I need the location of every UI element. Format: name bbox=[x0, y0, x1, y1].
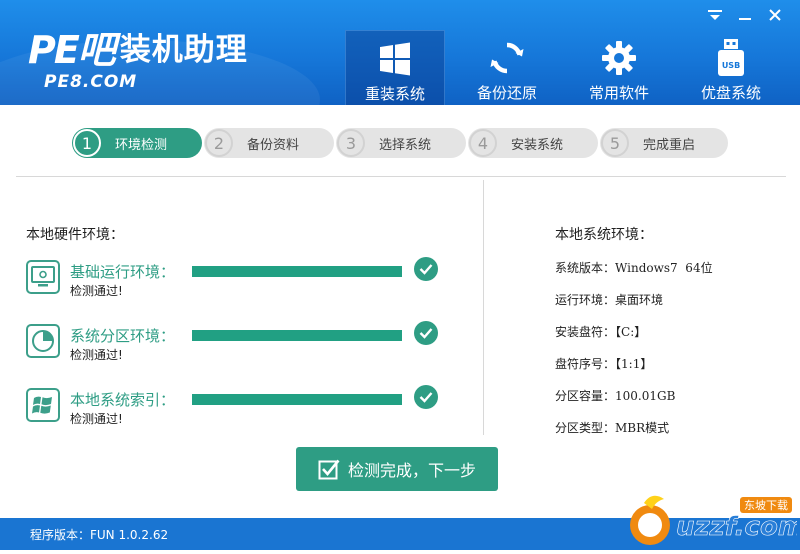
info-label: 系统版本： bbox=[555, 261, 616, 275]
step-number: 1 bbox=[73, 129, 101, 157]
check-item-system-index: 本地系统索引： 检测通过! bbox=[26, 385, 446, 438]
check-label: 本地系统索引： bbox=[70, 391, 176, 409]
nav-label: 重装系统 bbox=[364, 85, 425, 103]
nav-common-software[interactable]: 常用软件 bbox=[569, 30, 669, 105]
minimize-button[interactable] bbox=[730, 4, 760, 26]
next-step-button[interactable]: 检测完成，下一步 bbox=[296, 447, 498, 491]
menu-button[interactable] bbox=[700, 4, 730, 26]
progress-bar bbox=[192, 394, 402, 405]
info-value: Windows7 64位 bbox=[615, 261, 713, 275]
system-section-title: 本地系统环境： bbox=[555, 227, 653, 243]
nav-label: 备份还原 bbox=[476, 84, 537, 102]
system-info-row: 盘符序号：【1:1】 bbox=[555, 355, 652, 372]
watermark-tag: 东坡下载 bbox=[744, 499, 788, 512]
usb-drive-icon: USB bbox=[711, 38, 751, 78]
app-title: 装机助理 bbox=[119, 32, 248, 68]
checkbox-icon bbox=[318, 458, 340, 480]
info-value: 桌面环境 bbox=[615, 293, 664, 307]
installer-window: PE吧 装机助理 PE8.COM 重装系统 备份还原 常用软件 USB 优盘系统… bbox=[0, 0, 800, 550]
menu-icon bbox=[708, 10, 722, 20]
step-number: 5 bbox=[601, 129, 629, 157]
system-info-row: 分区容量：100.01GB bbox=[555, 387, 675, 404]
step-number: 4 bbox=[469, 129, 497, 157]
close-icon bbox=[769, 9, 781, 21]
check-label: 基础运行环境： bbox=[70, 263, 176, 281]
check-passed-icon bbox=[414, 321, 438, 345]
step-label: 备份资料 bbox=[247, 137, 300, 153]
next-button-label: 检测完成，下一步 bbox=[347, 461, 476, 480]
check-item-partition-environment: 系统分区环境： 检测通过! bbox=[26, 321, 446, 374]
usb-text: USB bbox=[722, 61, 740, 70]
check-label: 系统分区环境： bbox=[70, 327, 176, 345]
check-status: 检测通过! bbox=[70, 348, 123, 362]
step-label: 选择系统 bbox=[379, 137, 432, 153]
close-button[interactable] bbox=[760, 4, 790, 26]
progress-bar bbox=[192, 266, 402, 277]
step-progress: 1 环境检测 2 备份资料 3 选择系统 4 安装系统 5 完成重启 bbox=[72, 128, 728, 158]
step-label: 环境检测 bbox=[115, 137, 168, 153]
system-info-row: 分区类型：MBR模式 bbox=[555, 419, 669, 436]
monitor-icon bbox=[26, 260, 60, 294]
check-item-basic-environment: 基础运行环境： 检测通过! bbox=[26, 257, 446, 310]
window-controls bbox=[700, 4, 790, 26]
check-status: 检测通过! bbox=[70, 412, 123, 426]
step-label: 安装系统 bbox=[511, 137, 564, 153]
divider bbox=[16, 176, 786, 177]
system-info-row: 安装盘符：【C:】 bbox=[555, 323, 646, 340]
header: PE吧 装机助理 PE8.COM 重装系统 备份还原 常用软件 USB 优盘系统 bbox=[0, 0, 800, 105]
watermark-logo: uzzf.com 东坡下载 bbox=[622, 485, 800, 550]
windows-flag-icon bbox=[26, 388, 60, 422]
watermark-brand: uzzf.com bbox=[676, 512, 797, 542]
step-environment-check: 1 环境检测 bbox=[72, 128, 202, 158]
windows-icon bbox=[375, 39, 415, 79]
nav-label: 优盘系统 bbox=[700, 84, 761, 102]
step-install-system: 4 安装系统 bbox=[468, 128, 598, 158]
info-label: 分区类型： bbox=[555, 421, 616, 435]
info-label: 安装盘符： bbox=[555, 325, 616, 339]
check-passed-icon bbox=[414, 257, 438, 281]
progress-bar bbox=[192, 330, 402, 341]
step-number: 3 bbox=[337, 129, 365, 157]
logo-mark: PE吧 bbox=[28, 28, 116, 72]
step-select-system: 3 选择系统 bbox=[336, 128, 466, 158]
step-finish-restart: 5 完成重启 bbox=[600, 128, 728, 158]
hardware-section-title: 本地硬件环境： bbox=[26, 227, 124, 243]
info-value: 【C:】 bbox=[615, 325, 647, 339]
nav-label: 常用软件 bbox=[588, 84, 649, 102]
info-label: 分区容量： bbox=[555, 389, 616, 403]
minimize-icon bbox=[739, 18, 751, 20]
nav-usb-system[interactable]: USB 优盘系统 bbox=[681, 30, 781, 105]
info-value: 【1:1】 bbox=[615, 357, 653, 371]
program-version: 程序版本：FUN 1.0.2.62 bbox=[30, 528, 169, 542]
main-nav: 重装系统 备份还原 常用软件 USB 优盘系统 bbox=[345, 30, 793, 105]
system-info-row: 运行环境：桌面环境 bbox=[555, 291, 663, 308]
info-value: 100.01GB bbox=[615, 389, 676, 403]
step-number: 2 bbox=[205, 129, 233, 157]
info-label: 盘符序号： bbox=[555, 357, 616, 371]
pie-chart-icon bbox=[26, 324, 60, 358]
nav-reinstall-system[interactable]: 重装系统 bbox=[345, 30, 445, 105]
nav-backup-restore[interactable]: 备份还原 bbox=[457, 30, 557, 105]
info-value: MBR模式 bbox=[615, 421, 670, 435]
app-logo: PE吧 装机助理 PE8.COM bbox=[28, 30, 248, 92]
panel-divider bbox=[483, 180, 484, 435]
step-backup-data: 2 备份资料 bbox=[204, 128, 334, 158]
system-info-row: 系统版本：Windows7 64位 bbox=[555, 259, 713, 276]
step-label: 完成重启 bbox=[643, 137, 696, 153]
check-status: 检测通过! bbox=[70, 284, 123, 298]
logo-subtitle: PE8.COM bbox=[44, 72, 138, 92]
gear-icon bbox=[599, 38, 639, 78]
info-label: 运行环境： bbox=[555, 293, 616, 307]
check-passed-icon bbox=[414, 385, 438, 409]
refresh-icon bbox=[487, 38, 527, 78]
